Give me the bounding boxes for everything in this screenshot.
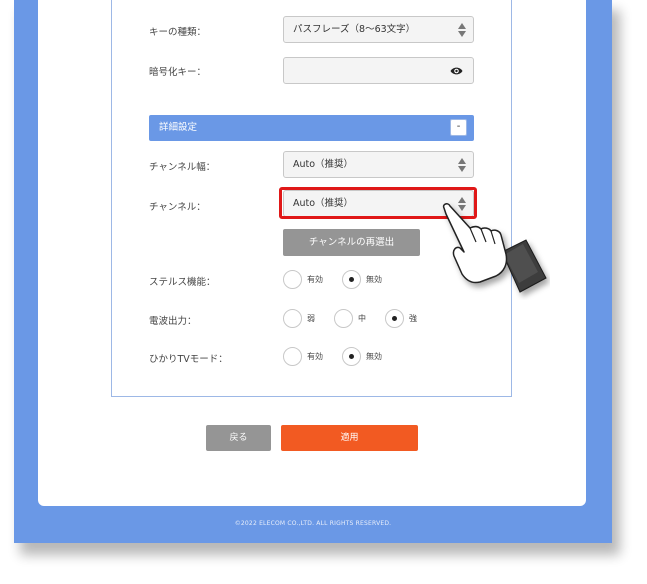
collapse-button[interactable]: - [450, 119, 467, 136]
hikari-tv-disable-label: 無効 [366, 352, 382, 361]
stealth-label: ステルス機能： [149, 277, 216, 288]
hikari-tv-disable-radio[interactable] [342, 347, 361, 366]
advanced-settings-title: 詳細設定 [159, 122, 198, 133]
apply-button[interactable]: 適用 [281, 425, 418, 451]
key-type-select[interactable]: パスフレーズ（8～63文字） [283, 16, 474, 43]
tx-power-mid-radio[interactable] [334, 309, 353, 328]
pointing-hand-icon [442, 203, 547, 293]
channel-label: チャンネル： [149, 202, 206, 213]
hikari-tv-enable-label: 有効 [307, 352, 323, 361]
tx-power-high-label: 強 [409, 314, 417, 323]
copyright-footer: ©2022 ELECOM CO.,LTD. ALL RIGHTS RESERVE… [234, 520, 392, 527]
select-arrows-icon [458, 22, 466, 38]
back-button[interactable]: 戻る [206, 425, 271, 451]
channel-reselect-button[interactable]: チャンネルの再選出 [283, 229, 420, 256]
eye-icon[interactable] [450, 66, 463, 76]
stealth-enable-radio[interactable] [283, 270, 302, 289]
channel-width-value: Auto（推奨） [293, 159, 354, 170]
hikari-tv-enable-radio[interactable] [283, 347, 302, 366]
key-type-value: パスフレーズ（8～63文字） [293, 24, 416, 35]
select-arrows-icon [458, 157, 466, 173]
tx-power-high-radio[interactable] [385, 309, 404, 328]
tx-power-low-label: 弱 [307, 314, 315, 323]
advanced-settings-header[interactable]: 詳細設定 - [149, 115, 474, 141]
encryption-key-input[interactable] [283, 57, 474, 84]
channel-width-select[interactable]: Auto（推奨） [283, 151, 474, 178]
tx-power-mid-label: 中 [358, 314, 366, 323]
tx-power-label: 電波出力： [149, 316, 197, 327]
stealth-disable-label: 無効 [366, 275, 382, 284]
stealth-enable-label: 有効 [307, 275, 323, 284]
encryption-key-label: 暗号化キー： [149, 67, 207, 78]
channel-width-label: チャンネル幅： [149, 162, 216, 173]
tx-power-low-radio[interactable] [283, 309, 302, 328]
key-type-label: キーの種類： [149, 27, 207, 38]
hikari-tv-label: ひかりTVモード： [149, 354, 228, 365]
stealth-disable-radio[interactable] [342, 270, 361, 289]
